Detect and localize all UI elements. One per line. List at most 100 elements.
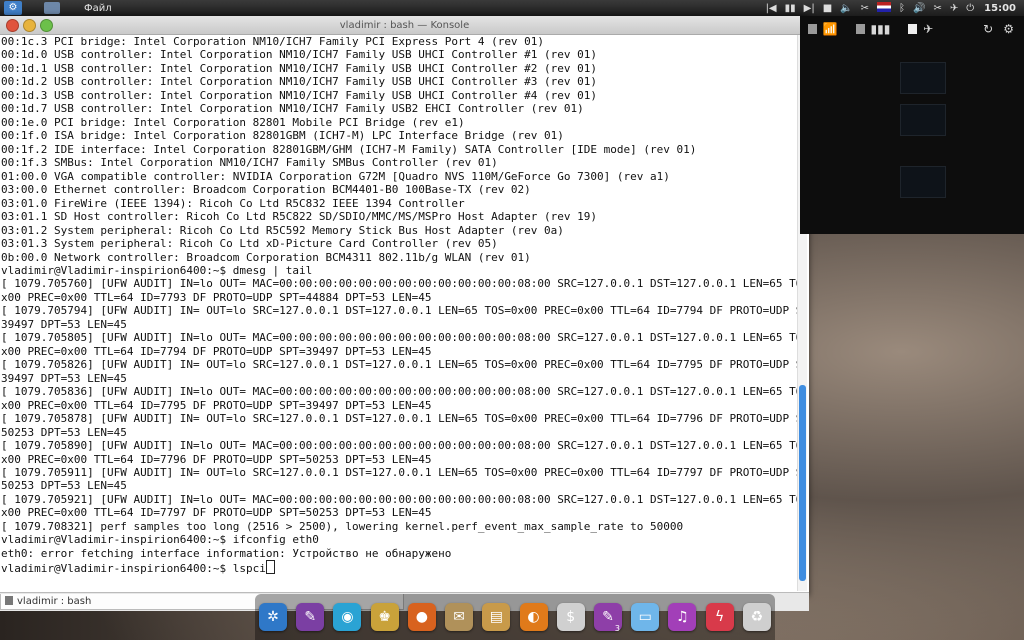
pause-icon[interactable]: ▮▮ (785, 3, 796, 14)
terminal-line: vladimir@Vladimir-inspirion6400:~$ lspci (1, 560, 797, 575)
dock-glyph: ✎ (304, 609, 317, 625)
terminal-line: 39497 DPT=53 LEN=45 (1, 371, 127, 385)
terminal-line: 03:01.2 System peripheral: Ricoh Co Ltd … (1, 223, 564, 237)
signal-toggle[interactable] (855, 24, 865, 34)
tab-label: vladimir : bash (17, 596, 92, 607)
dock-glyph: ✲ (267, 609, 279, 625)
terminal-line: x00 PREC=0x00 TTL=64 ID=7797 DF PROTO=UD… (1, 506, 432, 520)
terminal-line: 50253 DPT=53 LEN=45 (1, 425, 127, 439)
terminal-line: x00 PREC=0x00 TTL=64 ID=7795 DF PROTO=UD… (1, 398, 432, 412)
power-icon[interactable]: ⏻ (966, 3, 974, 14)
bluetooth-icon[interactable]: ᛒ (899, 3, 905, 14)
previous-icon[interactable]: |◀ (766, 3, 777, 14)
terminal-line: 00:1d.2 USB controller: Intel Corporatio… (1, 75, 598, 89)
terminal-line: 00:1d.3 USB controller: Intel Corporatio… (1, 88, 598, 102)
dock-game-icon[interactable]: ♚ (370, 603, 399, 631)
terminal-line: 03:01.1 SD Host controller: Ricoh Co Ltd… (1, 210, 598, 224)
terminal-line: 00:1e.0 PCI bridge: Intel Corporation 82… (1, 115, 465, 129)
window-title: vladimir : bash — Konsole (339, 19, 470, 31)
terminal-line: [ 1079.705836] [UFW AUDIT] IN=lo OUT= MA… (1, 385, 797, 399)
dock-glyph: $ (566, 609, 576, 625)
terminal-line: 03:00.0 Ethernet controller: Broadcom Co… (1, 183, 531, 197)
terminal-line: 03:01.3 System peripheral: Ricoh Co Ltd … (1, 237, 498, 251)
dock-glyph: ▤ (489, 609, 503, 625)
terminal-tab-icon (5, 596, 13, 605)
menu-file[interactable]: Файл (84, 3, 112, 14)
dock-mail-icon[interactable]: ✉ (445, 603, 474, 631)
terminal-line: [ 1079.705794] [UFW AUDIT] IN= OUT=lo SR… (1, 304, 797, 318)
terminal-line: eth0: error fetching interface informati… (1, 546, 452, 560)
dock-flash-icon[interactable]: ϟ (705, 603, 734, 631)
wifi-toggle[interactable] (808, 24, 817, 34)
desktop-icon-faded-1 (900, 62, 946, 94)
konsole-window: vladimir : bash — Konsole 00:1c.3 PCI br… (0, 16, 809, 611)
dock-glyph: ✎ (602, 609, 614, 625)
dock-browser-icon[interactable]: ◉ (333, 603, 362, 631)
terminal-line: [ 1079.705760] [UFW AUDIT] IN=lo OUT= MA… (1, 277, 797, 291)
dock-glyph: ✉ (453, 609, 465, 625)
terminal-line: [ 1079.705890] [UFW AUDIT] IN=lo OUT= MA… (1, 439, 797, 453)
next-icon[interactable]: ▶| (804, 3, 815, 14)
dock-firefox-icon[interactable]: ● (407, 603, 436, 631)
terminal-line: x00 PREC=0x00 TTL=64 ID=7796 DF PROTO=UD… (1, 452, 432, 466)
dock-trash-icon[interactable]: ♻ (742, 603, 771, 631)
dock-glyph: ♻ (750, 609, 764, 625)
dock-music-icon[interactable]: ♫ (668, 603, 697, 631)
terminal-line: 00:1c.3 PCI bridge: Intel Corporation NM… (1, 35, 545, 48)
dock-files-icon[interactable]: ▤ (482, 603, 511, 631)
terminal-line: 00:1d.0 USB controller: Intel Corporatio… (1, 48, 598, 62)
terminal-line: x00 PREC=0x00 TTL=64 ID=7794 DF PROTO=UD… (1, 344, 432, 358)
terminal-line: [ 1079.708321] perf samples too long (25… (1, 519, 684, 533)
volume-icon[interactable]: 🔈 (840, 3, 852, 14)
window-titlebar[interactable]: vladimir : bash — Konsole (0, 16, 809, 35)
flag-us-icon[interactable] (877, 1, 891, 15)
clock[interactable]: 15:00 (984, 3, 1016, 14)
dock-glyph: ♚ (378, 609, 391, 625)
stop-icon[interactable]: ■ (823, 3, 832, 14)
desktop-icon-faded-2 (900, 104, 946, 136)
dock-glyph: ϟ (715, 609, 725, 625)
terminal-line: vladimir@Vladimir-inspirion6400:~$ dmesg… (1, 263, 313, 277)
dock-media-icon[interactable]: ◐ (519, 603, 548, 631)
dock-glyph: ♫ (676, 609, 689, 625)
window-count-badge: 3 (614, 624, 620, 633)
system-tray: |◀ ▮▮ ▶| ■ 🔈 ✂ ᛒ 🔊 ✂ ✈ ⏻ 15:00 (762, 0, 1024, 16)
settings-icon[interactable]: ⚙ (1003, 22, 1014, 36)
dock-glyph: ▭ (638, 609, 652, 625)
terminal-line: [ 1079.705921] [UFW AUDIT] IN=lo OUT= MA… (1, 492, 797, 506)
scissors-icon[interactable]: ✂ (861, 3, 869, 14)
quick-settings-row: 📶 ▮▮▮ ✈ ↻ ⚙ (800, 16, 1024, 42)
terminal-line: 0b:00.0 Network controller: Broadcom Cor… (1, 250, 531, 264)
terminal-line: x00 PREC=0x00 TTL=64 ID=7793 DF PROTO=UD… (1, 290, 432, 304)
dock-editor-icon[interactable]: ✎ 3 (593, 603, 622, 633)
terminal-line: [ 1079.705826] [UFW AUDIT] IN= OUT=lo SR… (1, 358, 797, 372)
dock-glyph: ◐ (527, 609, 540, 625)
terminal-line: 03:01.0 FireWire (IEEE 1394): Ricoh Co L… (1, 196, 465, 210)
terminal-line: 00:1f.3 SMBus: Intel Corporation NM10/IC… (1, 156, 498, 170)
konsole-icon[interactable] (44, 2, 60, 14)
network-off-icon[interactable]: ✈ (950, 3, 958, 14)
launcher-button[interactable]: ⚙ (4, 1, 22, 15)
dock-folder-icon[interactable]: ▭ (631, 603, 660, 631)
dock-terminal-icon[interactable]: $ (556, 603, 585, 631)
scrollbar-thumb[interactable] (799, 385, 806, 581)
terminal-line: 01:00.0 VGA compatible controller: NVIDI… (1, 169, 670, 183)
terminal-line: [ 1079.705911] [UFW AUDIT] IN= OUT=lo SR… (1, 466, 797, 479)
dock: ✲ ✎ ◉ ♚ ● ✉ ▤ ◐ $ ✎ 3 ▭ ♫ ϟ ♻ (255, 594, 775, 640)
wifi-icon: 📶 (822, 22, 838, 36)
airplane-toggle[interactable] (908, 24, 918, 34)
dock-launcher-icon[interactable]: ✲ (259, 603, 287, 631)
airplane-mode-icon: ✈ (923, 22, 934, 36)
quick-settings-panel: 📶 ▮▮▮ ✈ ↻ ⚙ (800, 16, 1024, 234)
signal-icon: ▮▮▮ (870, 22, 891, 36)
terminal-output[interactable]: 00:1c.3 PCI bridge: Intel Corporation NM… (0, 35, 797, 593)
terminal-line: 39497 DPT=53 LEN=45 (1, 317, 127, 331)
terminal-line: 00:1f.2 IDE interface: Intel Corporation… (1, 142, 697, 156)
terminal-line: 00:1d.1 USB controller: Intel Corporatio… (1, 61, 598, 75)
tools-icon[interactable]: ✂ (933, 3, 941, 14)
terminal-line: 00:1d.7 USB controller: Intel Corporatio… (1, 102, 584, 116)
sound-icon[interactable]: 🔊 (913, 3, 925, 14)
text-cursor (265, 560, 275, 575)
dock-paint-icon[interactable]: ✎ (296, 603, 325, 631)
refresh-icon[interactable]: ↻ (983, 22, 993, 36)
